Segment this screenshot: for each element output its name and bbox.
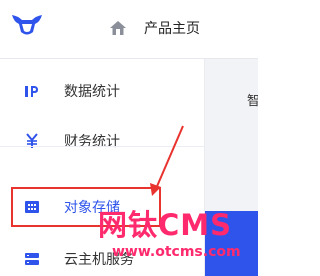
bull-logo-icon[interactable] (10, 12, 44, 38)
sidebar-item-finance-statistics[interactable]: 财务统计 (0, 121, 204, 161)
sidebar-item-data-statistics[interactable]: 数据统计 (0, 71, 204, 111)
product-home-label: 产品主页 (144, 21, 200, 37)
home-icon (110, 21, 126, 35)
sidebar-divider (0, 146, 204, 147)
sidebar: 数据统计 财务统计 对象存储 云主机服务 (0, 59, 204, 276)
main-blue-panel (205, 211, 258, 276)
product-home-link[interactable]: 产品主页 (108, 14, 200, 42)
annotation-highlight-box (11, 187, 161, 227)
sidebar-item-cloud-host-service[interactable]: 云主机服务 (0, 239, 204, 276)
sidebar-item-label: 云主机服务 (64, 252, 134, 268)
server-icon (25, 253, 39, 265)
main-partial-text: 智 (247, 94, 258, 109)
top-header: 产品主页 (0, 0, 258, 59)
app-window: 产品主页 数据统计 财务统计 对象存储 云主机服务 智 网钛CMS www.ot… (0, 0, 258, 276)
bar-chart-icon (25, 86, 38, 97)
sidebar-item-label: 数据统计 (64, 84, 120, 100)
main-content: 智 (204, 59, 258, 276)
sidebar-item-label: 财务统计 (64, 134, 120, 150)
